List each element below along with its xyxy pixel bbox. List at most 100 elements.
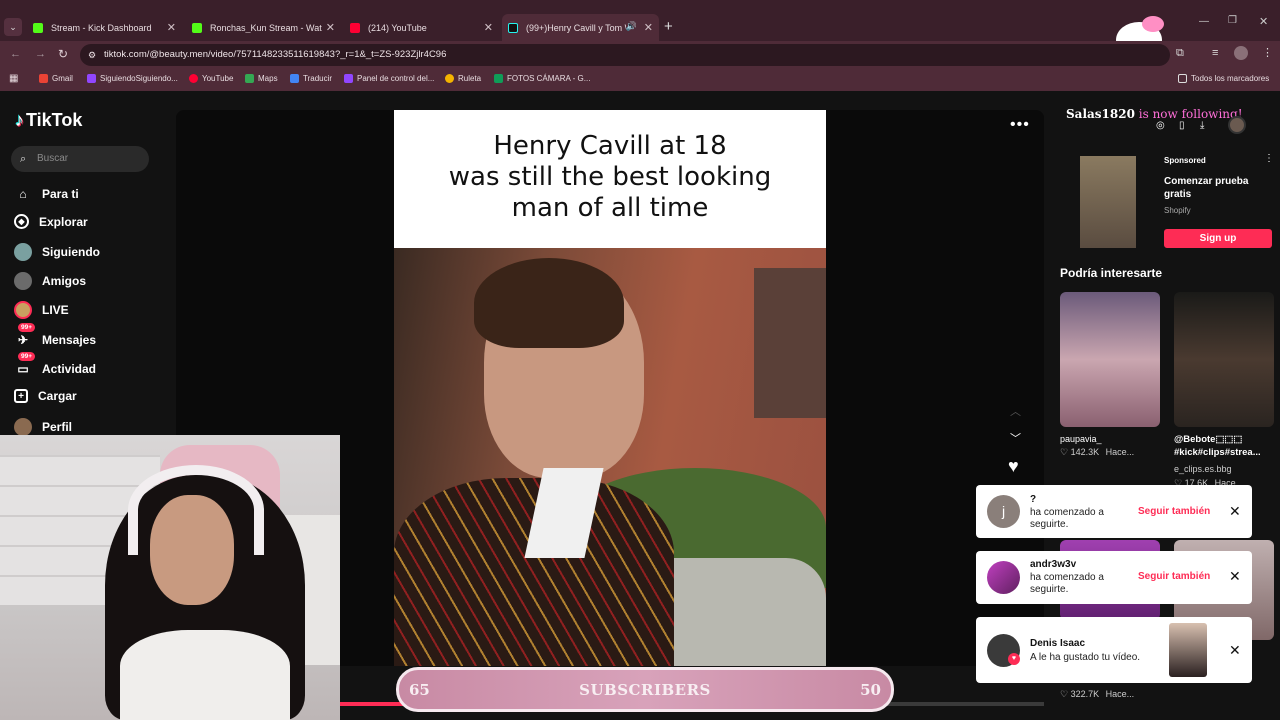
url-bar[interactable]: ⚙ tiktok.com/@beauty.men/video/757114823… (80, 44, 1170, 66)
tiktok-icon (508, 22, 518, 33)
tiktok-video[interactable]: Henry Cavill at 18 was still the best lo… (394, 110, 826, 666)
twitch-icon (344, 74, 353, 83)
follow-back-button[interactable]: Seguir también (1138, 506, 1210, 517)
close-icon[interactable]: ✕ (167, 21, 176, 34)
bookmark-youtube[interactable]: YouTube (189, 74, 233, 83)
tab-kick-dashboard[interactable]: Stream - Kick Dashboard ✕ (27, 14, 182, 41)
user-avatar[interactable] (1228, 116, 1246, 134)
following-avatar-icon (14, 243, 32, 261)
bookmark-fotos[interactable]: FOTOS CÁMARA - G... (494, 74, 590, 83)
compass-icon: ◆ (14, 214, 29, 229)
notification-follow-2[interactable]: andr3w3v ha comenzado a seguirte. Seguir… (976, 551, 1252, 604)
window-close-icon[interactable]: ✕ (1259, 15, 1268, 28)
nav-para-ti[interactable]: ⌂ Para ti (14, 185, 78, 203)
bookmark-traducir[interactable]: Traducir (290, 74, 332, 83)
wheel-icon (445, 74, 454, 83)
maximize-icon[interactable]: ❐ (1228, 15, 1237, 26)
heart-outline-icon: ♡ (1060, 447, 1069, 457)
youtube-icon (350, 22, 360, 33)
tab-kick-stream[interactable]: Ronchas_Kun Stream - Watch L ✕ (186, 14, 341, 41)
person-blazer (394, 478, 674, 666)
suggestion-video-2[interactable] (1174, 292, 1274, 427)
address-row: ← → ↻ ⚙ tiktok.com/@beauty.men/video/757… (0, 41, 1280, 69)
tab-tiktok[interactable]: (99+)Henry Cavill y Tom W 🔊 ✕ (502, 14, 659, 41)
profile-avatar-icon[interactable] (1234, 46, 1248, 60)
avatar: j (987, 495, 1020, 528)
translate-icon (290, 74, 299, 83)
nav-cargar[interactable]: + Cargar (14, 389, 77, 403)
scroll-down-icon[interactable]: ﹀ (1010, 430, 1021, 446)
url-text: tiktok.com/@beauty.men/video/75711482335… (104, 49, 447, 60)
site-info-icon[interactable]: ⚙ (88, 44, 96, 66)
notification-follow-1[interactable]: j ? ha comenzado a seguirte. Seguir tamb… (976, 485, 1252, 538)
sponsored-card[interactable]: Sponsored ⋮ Comenzar prueba gratis Shopi… (1060, 150, 1276, 252)
messages-badge: 99+ (18, 323, 36, 332)
suggestion-user[interactable]: @Bebote⬚⬚⬚ #kick#clips#strea... (1174, 433, 1280, 459)
follow-back-button[interactable]: Seguir también (1138, 571, 1210, 582)
bookmark-panel[interactable]: Panel de control del... (344, 74, 434, 83)
close-icon[interactable]: ✕ (1229, 642, 1241, 659)
nav-perfil[interactable]: Perfil (14, 418, 72, 436)
sponsored-brand: Shopify (1164, 206, 1191, 215)
browser-tab-bar: ⌄ Stream - Kick Dashboard ✕ Ronchas_Kun … (0, 0, 1280, 88)
messages-icon: ✈ 99+ (14, 323, 36, 349)
suggestion-video-1[interactable] (1060, 292, 1160, 427)
speaker-icon[interactable]: 🔊 (626, 21, 637, 32)
nav-live[interactable]: LIVE (14, 301, 69, 319)
close-icon[interactable]: ✕ (484, 21, 493, 34)
activity-badge: 99+ (18, 352, 36, 361)
more-icon[interactable]: ⋮ (1262, 46, 1273, 59)
tab-youtube[interactable]: (214) YouTube ✕ (344, 14, 499, 41)
suggestion-sub: e_clips.es.bbg (1174, 464, 1232, 474)
extensions-icon[interactable]: ⧉ (1176, 47, 1184, 60)
phone-icon[interactable]: ▯ (1179, 120, 1185, 131)
new-tab-button[interactable]: + (664, 18, 673, 35)
tab-search-button[interactable]: ⌄ (4, 18, 22, 36)
maps-icon (245, 74, 254, 83)
share-icon[interactable]: ◎ (1156, 120, 1165, 131)
home-icon: ⌂ (19, 187, 27, 201)
forward-icon[interactable]: → (35, 48, 46, 60)
close-icon[interactable]: ✕ (326, 21, 335, 34)
nav-mensajes[interactable]: ✈ 99+ Mensajes (14, 323, 96, 349)
twitch-icon (87, 74, 96, 83)
nav-explorar[interactable]: ◆ Explorar (14, 214, 88, 229)
video-caption: Henry Cavill at 18 was still the best lo… (394, 110, 826, 248)
search-input[interactable]: ⌕ Buscar (11, 146, 149, 172)
bookmark-siguiendo[interactable]: SiguiendoSiguiendo... (87, 74, 178, 83)
video-frame (394, 248, 826, 666)
download-icon[interactable]: ⤓ (1200, 120, 1204, 131)
tiktok-note-icon: ♪ (15, 110, 24, 130)
close-icon[interactable]: ✕ (1229, 503, 1241, 520)
more-options-icon[interactable]: ••• (1010, 116, 1030, 134)
sponsored-tag: Sponsored (1164, 156, 1206, 165)
sign-up-button[interactable]: Sign up (1164, 229, 1272, 248)
back-icon[interactable]: ← (10, 48, 21, 60)
nav-actividad[interactable]: ▭ 99+ Actividad (14, 352, 96, 378)
minimize-icon[interactable]: — (1199, 16, 1209, 27)
close-icon[interactable]: ✕ (1229, 568, 1241, 585)
streamer-webcam (0, 435, 340, 720)
bookmark-ruleta[interactable]: Ruleta (445, 74, 481, 83)
subscribers-goal: 50 (860, 681, 881, 699)
reload-icon[interactable]: ↻ (58, 47, 68, 61)
nav-siguiendo[interactable]: Siguiendo (14, 243, 100, 261)
bookmark-maps[interactable]: Maps (245, 74, 278, 83)
sponsored-title: Comenzar prueba gratis (1164, 176, 1249, 200)
headphones-icon (128, 465, 264, 555)
like-heart-icon[interactable]: ♥ (1008, 456, 1019, 477)
notification-like[interactable]: ♥ Denis Isaac A le ha gustado tu vídeo. … (976, 617, 1252, 683)
bookmark-gmail[interactable]: Gmail (39, 74, 73, 83)
bookmark-all[interactable]: Todos los marcadores (1178, 74, 1269, 83)
suggestion-user[interactable]: paupavia_ (1060, 434, 1102, 444)
tiktok-logo[interactable]: ♪ TikTok (15, 110, 82, 131)
scroll-up-icon[interactable]: ︿ (1010, 403, 1021, 419)
window-shape (754, 268, 826, 418)
nav-amigos[interactable]: Amigos (14, 272, 86, 290)
youtube-icon (189, 74, 198, 83)
close-icon[interactable]: ✕ (644, 21, 653, 34)
more-icon[interactable]: ⋮ (1264, 153, 1274, 164)
apps-icon[interactable]: ▦ (9, 73, 18, 84)
like-badge-icon: ♥ (1008, 653, 1020, 665)
menu-icon[interactable]: ≡ (1212, 47, 1218, 59)
